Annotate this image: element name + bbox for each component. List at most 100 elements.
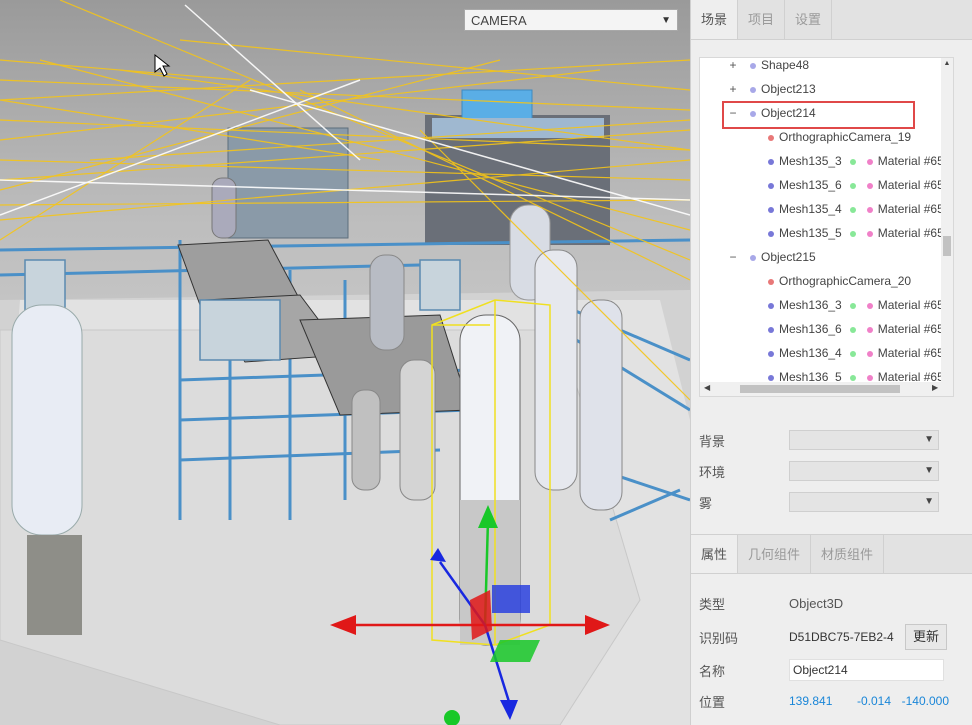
name-label: 名称 [699,663,726,679]
material-dot-icon [866,374,873,381]
outliner-node: Shape48 [750,58,809,72]
chevron-down-icon: ▼ [924,496,934,507]
type-label: 类型 [699,596,726,612]
geometry-dot-icon [849,206,856,213]
chevron-down-icon: ▼ [924,434,934,445]
mesh-dot-icon [768,182,774,189]
outliner-vertical-scrollbar[interactable]: ▲ ▼ [941,58,953,396]
scroll-left-icon[interactable]: ◀ [704,383,710,392]
geometry-dot-icon [849,326,856,333]
outliner-row[interactable]: OrthographicCamera_20 [700,270,947,292]
chevron-down-icon: ▼ [661,14,671,26]
outliner-node: Mesh136_6 Material #65 [768,322,944,336]
outliner-node: Mesh135_6 Material #65 [768,178,944,192]
outliner-node: Mesh136_3 Material #65 [768,298,944,312]
position-z-input[interactable]: -140.000 [895,694,949,708]
mesh-dot-icon [768,326,774,333]
outliner-row[interactable]: Mesh135_3 Material #65 [700,150,947,172]
position-row: 位置 139.841 -0.014 -140.000 [699,688,969,714]
tab-properties[interactable]: 属性 [691,535,739,573]
mesh-dot-icon [768,206,774,213]
material-dot-icon [866,326,873,333]
tab-settings[interactable]: 设置 [785,0,833,39]
camera-select-value: CAMERA [471,12,527,28]
tab-project[interactable]: 项目 [738,0,786,39]
outliner-label: OrthographicCamera_20 [779,274,912,288]
outliner-label: Mesh135_6 [779,178,842,192]
environment-select[interactable]: ▼ [789,461,939,481]
outliner-node: Mesh136_4 Material #65 [768,346,944,360]
outliner-row[interactable]: Mesh135_6 Material #65 [700,174,947,196]
fog-select[interactable]: ▼ [789,492,939,512]
tab-material[interactable]: 材质组件 [811,535,885,573]
material-label: Material #65 [877,346,944,360]
collapse-icon[interactable]: − [728,250,738,264]
expand-icon[interactable]: + [728,82,738,96]
type-value: Object3D [789,595,844,611]
scrollbar-thumb[interactable] [943,236,951,256]
uuid-row: 识别码 D51DBC75-7EB2-4 更新 [699,624,969,650]
material-dot-icon [866,350,873,357]
outliner-label: Mesh136_4 [779,346,842,360]
outliner-label: Shape48 [761,58,810,72]
cam-dot-icon [768,134,774,141]
material-dot-icon [866,206,873,213]
geometry-dot-icon [849,374,856,381]
geometry-dot-icon [849,158,856,165]
name-input[interactable]: Object214 [789,659,944,681]
outliner-row[interactable]: Mesh136_3 Material #65 [700,294,947,316]
material-label: Material #65 [877,226,944,240]
position-y-input[interactable]: -0.014 [837,694,891,708]
material-label: Material #65 [877,202,944,216]
scrollbar-thumb[interactable] [740,385,900,393]
outliner-row[interactable]: Mesh136_6 Material #65 [700,318,947,340]
outliner-row[interactable]: − Object215 [700,246,947,268]
uuid-value: D51DBC75-7EB2-4 [789,630,894,644]
material-dot-icon [866,182,873,189]
outliner-row[interactable]: OrthographicCamera_19 [700,126,947,148]
3d-viewport[interactable]: CAMERA ▼ [0,0,690,725]
update-uuid-button[interactable]: 更新 [905,624,948,650]
mesh-dot-icon [768,350,774,357]
position-x-input[interactable]: 139.841 [789,694,833,708]
scroll-right-icon[interactable]: ▶ [932,383,938,392]
outliner-node: Mesh135_3 Material #65 [768,154,944,168]
outliner-node: Mesh135_4 Material #65 [768,202,944,216]
outliner-label: Mesh136_3 [779,298,842,312]
outliner-row[interactable]: Mesh135_4 Material #65 [700,198,947,220]
expand-icon[interactable]: + [728,58,738,72]
outliner-node: OrthographicCamera_19 [768,130,911,144]
scroll-up-icon[interactable]: ▲ [941,60,953,67]
outliner-horizontal-scrollbar[interactable]: ◀ ▶ [700,382,953,396]
geometry-dot-icon [849,230,856,237]
outliner-label: Mesh136_6 [779,322,842,336]
outliner-node: OrthographicCamera_20 [768,274,911,288]
outliner-label: OrthographicCamera_19 [779,130,912,144]
material-label: Material #65 [877,154,944,168]
outliner-label: Mesh135_5 [779,226,842,240]
selection-highlight [722,101,915,129]
material-dot-icon [866,230,873,237]
camera-select[interactable]: CAMERA ▼ [464,9,678,31]
outliner-node: Mesh135_5 Material #65 [768,226,944,240]
outliner-row[interactable]: Mesh135_5 Material #65 [700,222,947,244]
outliner-row[interactable]: Mesh136_4 Material #65 [700,342,947,364]
material-label: Material #65 [877,322,944,336]
background-label: 背景 [699,433,726,449]
tab-scene[interactable]: 场景 [691,0,739,39]
outliner-row[interactable]: + Shape48 [700,58,947,76]
geometry-dot-icon [849,182,856,189]
environment-row: 环境 ▼ [699,459,961,483]
scene-outliner[interactable]: + Shape48 + Object213− Object214 Orthographic… [699,57,954,397]
mesh-dot-icon [768,230,774,237]
outliner-label: Object213 [761,82,816,96]
fog-row: 雾 ▼ [699,490,961,514]
outliner-row[interactable]: + Object213 [700,78,947,100]
tab-geometry[interactable]: 几何组件 [738,535,812,573]
obj-dot-icon [750,254,756,261]
outliner-node: Object213 [750,82,816,96]
chevron-down-icon: ▼ [924,465,934,476]
background-select[interactable]: ▼ [789,430,939,450]
property-tabs: 属性 几何组件 材质组件 [691,534,972,574]
geometry-dot-icon [849,302,856,309]
